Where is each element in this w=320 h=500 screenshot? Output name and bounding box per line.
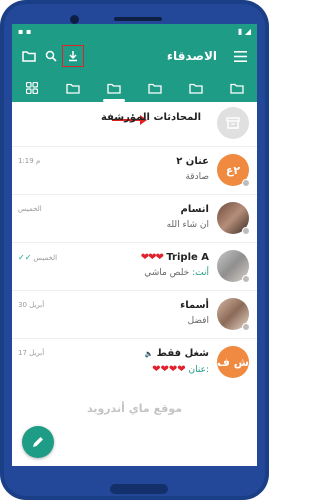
folder-icon[interactable] — [18, 45, 40, 67]
front-camera — [70, 15, 79, 24]
tab-folder-5[interactable] — [223, 74, 251, 102]
chat-time: الخميس — [18, 205, 42, 213]
message-hearts: ❤❤❤❤ — [152, 364, 187, 375]
chat-time-text: الخميس — [33, 253, 58, 262]
chat-row[interactable]: أسماء افضل 30 أبريل — [12, 290, 257, 338]
status-bar: ▪ ▪ ▮ ◢ — [12, 24, 257, 38]
chat-time: 1:19 م — [18, 157, 41, 165]
chat-name-text: Triple A — [166, 252, 209, 263]
folder-icon — [66, 83, 80, 94]
chat-row[interactable]: انسام ان شاء الله الخميس — [12, 194, 257, 242]
archive-icon — [217, 107, 249, 139]
chat-row[interactable]: ❤❤❤ Triple A أنت: خلص ماشي ✓✓ الخميس — [12, 242, 257, 290]
phone-screen: ▪ ▪ ▮ ◢ الاصدقاء المحادثات المؤرشفة ٢ع ع… — [12, 24, 257, 466]
status-dot — [242, 227, 250, 235]
read-ticks-icon: ✓✓ — [18, 253, 32, 262]
chat-row[interactable]: ش ف 🔈 شغل فقط ❤❤❤❤ عنان: 17 أبريل — [12, 338, 257, 386]
chat-message: أنت: خلص ماشي — [144, 268, 209, 278]
avatar-initials: ش ف — [217, 355, 249, 369]
tab-all-chats[interactable] — [18, 74, 46, 102]
app-bar: الاصدقاء — [12, 38, 257, 74]
tab-folder-2[interactable] — [100, 74, 128, 102]
chat-name: انسام — [180, 204, 209, 215]
chat-name: عنان ٢ — [176, 156, 209, 167]
chat-row[interactable]: ٢ع عنان ٢ صادقة 1:19 م — [12, 146, 257, 194]
chat-time: 17 أبريل — [18, 349, 45, 357]
chat-message: افضل — [187, 316, 209, 326]
status-dot — [242, 323, 250, 331]
watermark: موقع ماي أندرويد — [86, 402, 182, 415]
chat-message: صادقة — [185, 172, 209, 182]
folder-icon — [107, 83, 121, 94]
status-dot — [242, 179, 250, 187]
tab-folder-1[interactable] — [59, 74, 87, 102]
chat-name: ❤❤❤ Triple A — [141, 252, 209, 263]
home-button[interactable] — [110, 484, 168, 494]
avatar: ش ف — [217, 346, 249, 378]
tab-folder-3[interactable] — [141, 74, 169, 102]
chat-name: 🔈 شغل فقط — [144, 348, 209, 359]
sender-prefix: أنت: — [192, 268, 209, 278]
status-icons-right: ▮ ◢ — [237, 26, 251, 36]
mute-icon: 🔈 — [144, 350, 154, 358]
tab-folder-4[interactable] — [182, 74, 210, 102]
earpiece-speaker — [114, 17, 162, 21]
avatar-initials: ٢ع — [225, 163, 241, 177]
folder-icon — [148, 83, 162, 94]
chat-time: ✓✓ الخميس — [18, 253, 57, 262]
chat-name-text: شغل فقط — [156, 348, 209, 359]
chat-message-text: خلص ماشي — [144, 268, 190, 278]
all-chats-icon — [26, 82, 39, 94]
chat-message: ❤❤❤❤ عنان: — [152, 364, 209, 375]
page-title: الاصدقاء — [166, 49, 217, 63]
name-hearts: ❤❤❤ — [140, 252, 164, 263]
search-icon[interactable] — [40, 45, 62, 67]
new-message-button[interactable] — [22, 426, 54, 458]
status-dot — [242, 275, 250, 283]
folder-icon — [229, 83, 244, 94]
sender-prefix: عنان: — [188, 365, 209, 375]
download-icon[interactable] — [62, 45, 84, 67]
folder-icon — [189, 83, 203, 94]
archived-chats-label: المحادثات المؤرشفة — [100, 112, 201, 123]
pencil-icon — [33, 437, 43, 447]
chat-time: 30 أبريل — [18, 301, 45, 309]
menu-icon[interactable] — [229, 45, 251, 67]
folder-tabs — [12, 74, 257, 102]
archived-chats-row[interactable]: المحادثات المؤرشفة — [12, 102, 257, 146]
chat-message: ان شاء الله — [166, 220, 209, 230]
status-icons-left: ▪ ▪ — [18, 26, 32, 36]
chat-name: أسماء — [180, 300, 209, 311]
